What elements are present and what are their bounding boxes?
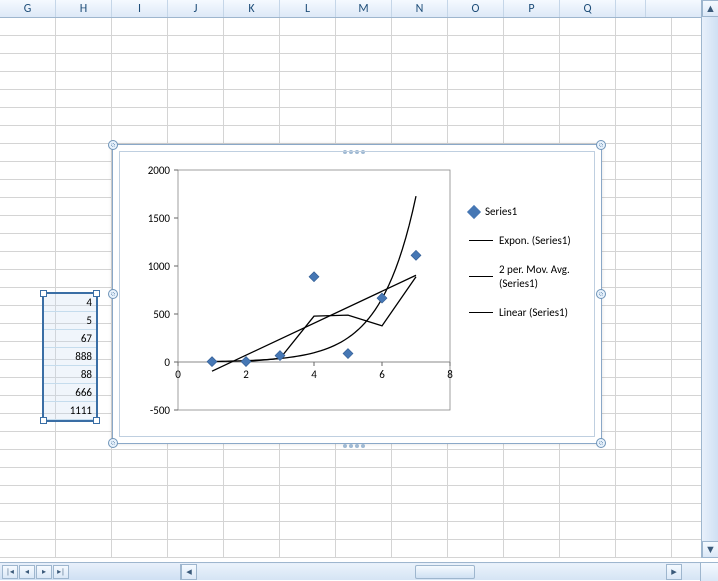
chart-resize-handle[interactable] xyxy=(108,140,118,150)
cell[interactable]: 88 xyxy=(44,366,96,384)
cell[interactable]: 666 xyxy=(44,384,96,402)
selection-handle[interactable] xyxy=(40,417,47,424)
legend-label: Linear (Series1) xyxy=(499,306,568,319)
cell[interactable]: 1111 xyxy=(44,402,96,420)
legend-item-series[interactable]: Series1 xyxy=(469,205,587,218)
chart-resize-handle[interactable] xyxy=(596,140,606,150)
tab-nav-first-button[interactable]: |◂ xyxy=(2,565,18,579)
selected-cell-range[interactable]: 4 5 67 888 88 666 1111 xyxy=(42,292,98,422)
legend-label: Series1 xyxy=(485,205,517,218)
cell[interactable]: 888 xyxy=(44,348,96,366)
selection-handle[interactable] xyxy=(40,290,47,297)
svg-text:8: 8 xyxy=(447,368,453,381)
svg-text:500: 500 xyxy=(153,308,170,321)
selection-handle[interactable] xyxy=(93,290,100,297)
col-header[interactable]: Q xyxy=(560,0,616,17)
cell[interactable]: 67 xyxy=(44,330,96,348)
svg-text:2000: 2000 xyxy=(148,164,171,177)
column-header-row: G H I J K L M N O P Q xyxy=(0,0,718,18)
chart-resize-handle[interactable] xyxy=(596,289,606,299)
diamond-marker-icon xyxy=(467,205,481,219)
col-header-partial[interactable] xyxy=(616,0,646,17)
chart-resize-handle[interactable] xyxy=(596,438,606,448)
selection-handle[interactable] xyxy=(93,417,100,424)
col-header[interactable]: K xyxy=(224,0,280,17)
svg-text:1000: 1000 xyxy=(148,260,171,273)
col-header[interactable]: L xyxy=(280,0,336,17)
legend-item-movavg[interactable]: 2 per. Mov. Avg. (Series1) xyxy=(469,263,587,289)
svg-text:4: 4 xyxy=(311,368,317,381)
svg-text:0: 0 xyxy=(164,356,170,369)
embedded-chart[interactable]: -500 0 500 1000 1500 2000 0 2 4 6 8 Series1 Expon.… xyxy=(112,144,602,444)
scroll-right-button[interactable]: ▸ xyxy=(666,564,682,580)
legend-label: Expon. (Series1) xyxy=(499,234,571,247)
scroll-up-button[interactable]: ▲ xyxy=(702,0,718,17)
scrollbar-corner xyxy=(700,563,718,581)
svg-text:1500: 1500 xyxy=(148,212,171,225)
legend-item-linear[interactable]: Linear (Series1) xyxy=(469,306,587,319)
legend-label: 2 per. Mov. Avg. (Series1) xyxy=(499,263,587,289)
svg-text:2: 2 xyxy=(243,368,249,381)
line-marker-icon xyxy=(469,240,493,241)
col-header[interactable]: P xyxy=(504,0,560,17)
line-marker-icon xyxy=(469,276,493,277)
scroll-left-button[interactable]: ◂ xyxy=(181,564,197,580)
col-header[interactable]: M xyxy=(336,0,392,17)
svg-text:-500: -500 xyxy=(150,404,171,417)
col-header[interactable]: H xyxy=(56,0,112,17)
line-marker-icon xyxy=(469,312,493,313)
chart-resize-handle[interactable] xyxy=(108,289,118,299)
tab-nav-last-button[interactable]: ▸| xyxy=(53,565,69,579)
tab-nav-next-button[interactable]: ▸ xyxy=(36,565,52,579)
sheet-tab-nav: |◂ ◂ ▸ ▸| xyxy=(0,563,180,580)
svg-text:6: 6 xyxy=(379,368,385,381)
scroll-down-button[interactable]: ▼ xyxy=(702,541,718,558)
cell[interactable]: 5 xyxy=(44,312,96,330)
scroll-thumb[interactable] xyxy=(415,565,475,579)
horizontal-scrollbar[interactable]: ◂ ▸ xyxy=(180,564,700,580)
worksheet-grid[interactable]: 4 5 67 888 88 666 1111 -500 0 500 1000 1500 2… xyxy=(0,18,718,558)
col-header[interactable]: O xyxy=(448,0,504,17)
tab-nav-prev-button[interactable]: ◂ xyxy=(19,565,35,579)
chart-move-handle[interactable] xyxy=(342,438,372,444)
svg-text:0: 0 xyxy=(175,368,181,381)
chart-resize-handle[interactable] xyxy=(108,438,118,448)
col-header[interactable]: G xyxy=(0,0,56,17)
legend-item-expon[interactable]: Expon. (Series1) xyxy=(469,234,587,247)
col-header[interactable]: I xyxy=(112,0,168,17)
col-header[interactable]: J xyxy=(168,0,224,17)
bottom-bar: |◂ ◂ ▸ ▸| ◂ ▸ xyxy=(0,562,718,580)
cell[interactable]: 4 xyxy=(44,294,96,312)
chart-legend[interactable]: Series1 Expon. (Series1) 2 per. Mov. Avg… xyxy=(469,205,587,335)
chart-move-handle[interactable] xyxy=(342,144,372,150)
vertical-scrollbar[interactable]: ▲ ▼ xyxy=(701,0,718,558)
col-header[interactable]: N xyxy=(392,0,448,17)
